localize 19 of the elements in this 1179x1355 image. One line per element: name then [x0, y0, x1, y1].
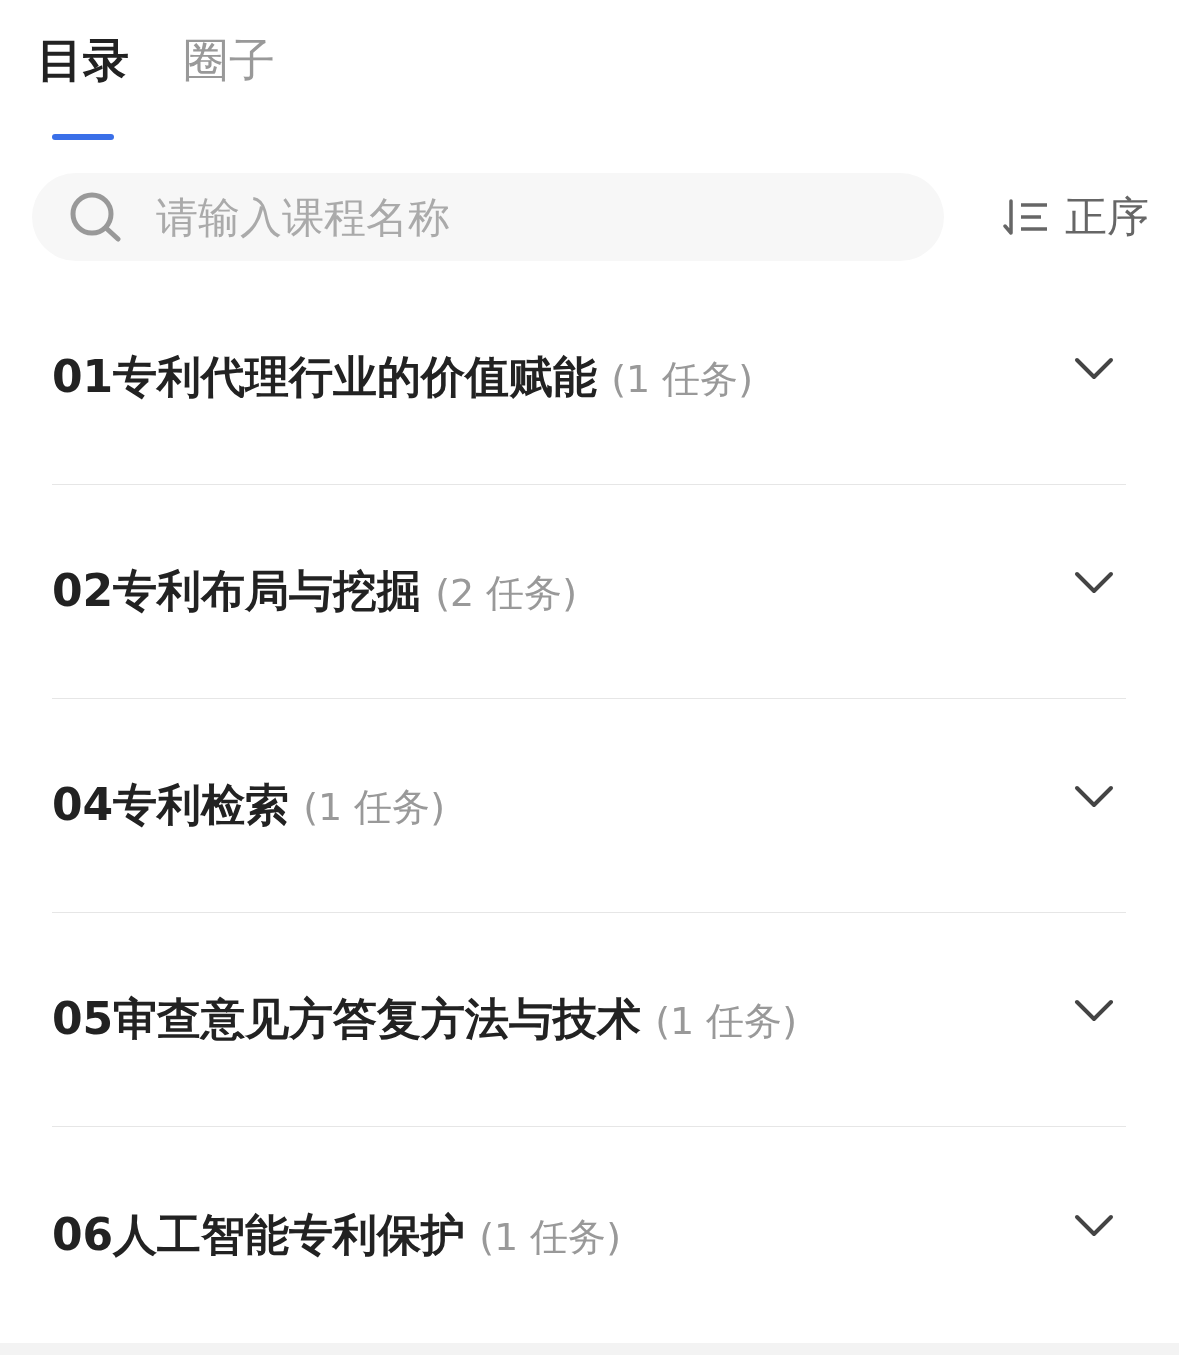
- chapter-item[interactable]: 05审查意见方答复方法与技术 (1 任务): [52, 913, 1126, 1127]
- chapter-item[interactable]: 01专利代理行业的价值赋能 (1 任务): [52, 271, 1126, 485]
- chapter-title: 01专利代理行业的价值赋能: [52, 350, 598, 404]
- sort-button[interactable]: 正序: [1003, 189, 1149, 245]
- chapter-title: 05审查意见方答复方法与技术: [52, 992, 642, 1046]
- chapter-item[interactable]: 02专利布局与挖掘 (2 任务): [52, 485, 1126, 699]
- chapter-item[interactable]: 06人工智能专利保护 (1 任务): [52, 1127, 1126, 1343]
- task-count: (1 任务): [479, 1213, 622, 1261]
- task-count: (1 任务): [303, 784, 446, 831]
- task-count: (1 任务): [655, 998, 798, 1045]
- task-count: (1 任务): [611, 356, 754, 403]
- sort-icon: [1003, 197, 1049, 237]
- chapter-title: 02专利布局与挖掘: [52, 564, 422, 618]
- tab[interactable]: 目录: [35, 30, 131, 140]
- chapter-item[interactable]: 04专利检索 (1 任务): [52, 699, 1126, 913]
- chapter-title: 06人工智能专利保护: [52, 1207, 466, 1262]
- search-field[interactable]: 请输入课程名称: [32, 173, 944, 261]
- chapter-title: 04专利检索: [52, 778, 290, 832]
- task-count: (2 任务): [435, 570, 578, 617]
